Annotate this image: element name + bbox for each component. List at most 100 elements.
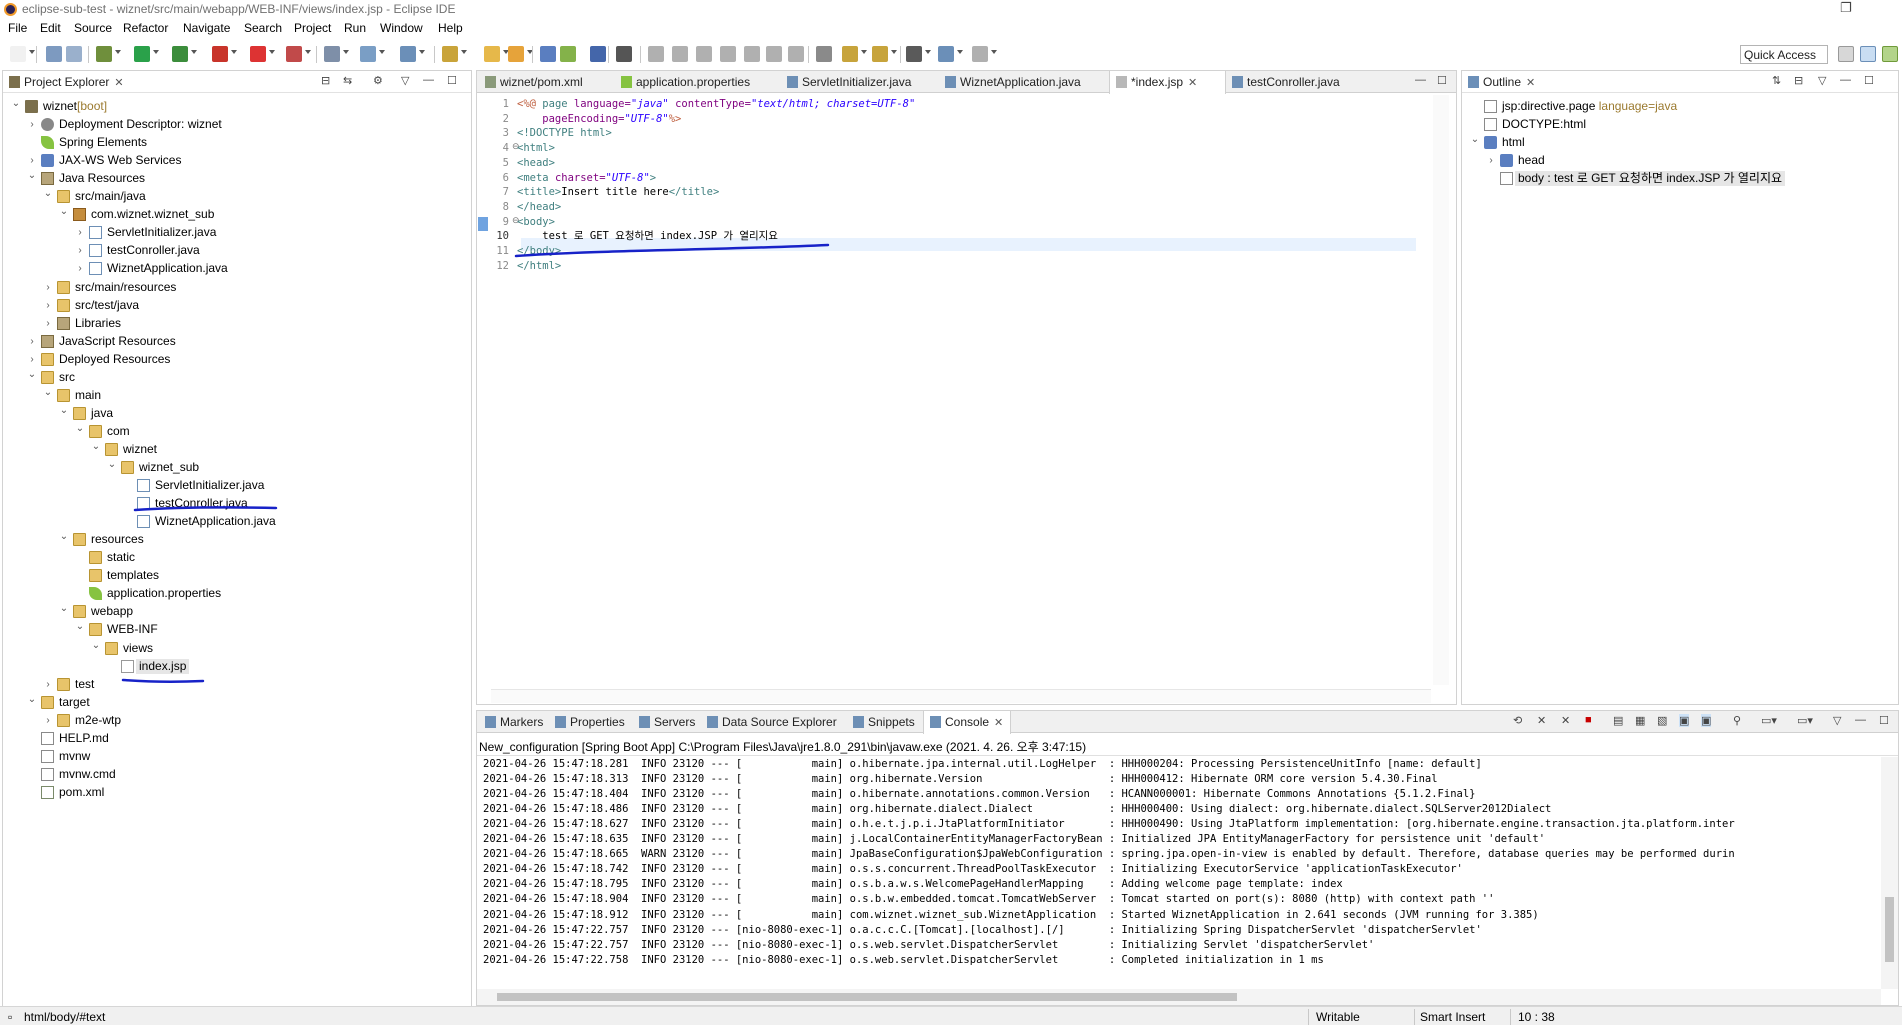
collapse-all-icon[interactable]: ⊟ [1794, 74, 1803, 87]
dropdown-arrow-icon[interactable] [379, 50, 385, 54]
tree-item-pom-xml[interactable]: pom.xml [3, 785, 469, 800]
open-type-icon[interactable] [484, 46, 500, 62]
chevron-down-icon[interactable]: ⌄ [75, 619, 85, 634]
chevron-right-icon[interactable]: › [27, 334, 37, 349]
new-package-icon[interactable] [360, 46, 376, 62]
chevron-right-icon[interactable]: › [43, 316, 53, 331]
tree-item-views[interactable]: ⌄ views [3, 638, 469, 656]
chevron-down-icon[interactable]: ⌄ [27, 692, 37, 707]
dropdown-arrow-icon[interactable] [29, 50, 35, 54]
view-menu-icon[interactable]: ▽ [1818, 74, 1826, 87]
outline-item-html[interactable]: ⌄ html [1462, 134, 1898, 150]
quick-access-input[interactable]: Quick Access [1740, 45, 1828, 64]
tab-project-explorer[interactable]: Project Explorer ✕ [3, 71, 124, 93]
chevron-right-icon[interactable]: › [1486, 153, 1496, 168]
dropdown-arrow-icon[interactable] [925, 50, 931, 54]
tree-item-static[interactable]: static [3, 550, 469, 565]
dropdown-arrow-icon[interactable] [419, 50, 425, 54]
step-into-icon[interactable] [744, 46, 760, 62]
filters-icon[interactable]: ⚙ [373, 74, 383, 87]
menu-window[interactable]: Window [380, 21, 423, 35]
tree-item-m2e-wtp[interactable]: › m2e-wtp [3, 713, 469, 728]
view-menu-icon[interactable]: ▽ [401, 74, 409, 87]
chevron-down-icon[interactable]: ⌄ [59, 601, 69, 616]
pin-console-icon[interactable]: ⟲ [1513, 714, 1522, 727]
tree-item-mvnw-cmd[interactable]: mvnw.cmd [3, 767, 469, 782]
dropdown-arrow-icon[interactable] [305, 50, 311, 54]
menu-refactor[interactable]: Refactor [123, 21, 168, 35]
menu-file[interactable]: File [8, 21, 27, 35]
tab-wiznetapplication-java[interactable]: WiznetApplication.java [939, 71, 1109, 93]
tab-wiznet-pom-xml[interactable]: wiznet/pom.xml [479, 71, 615, 93]
tab-data-source-explorer[interactable]: Data Source Explorer [701, 711, 847, 733]
tree-item-src-test-java[interactable]: › src/test/java [3, 298, 469, 313]
tree-item-java[interactable]: ⌄ java [3, 405, 469, 421]
tab-snippets[interactable]: Snippets [847, 711, 923, 733]
chevron-down-icon[interactable]: ⌄ [91, 638, 101, 653]
remove-launch-icon[interactable]: ✕ [1537, 714, 1546, 727]
menu-navigate[interactable]: Navigate [183, 21, 230, 35]
tree-item-resources[interactable]: ⌄ resources [3, 531, 469, 547]
outline-item-body[interactable]: body : test 로 GET 요청하면 index.JSP 가 열리지요 [1462, 171, 1898, 186]
tree-item-deployment-descriptor-wiznet[interactable]: › Deployment Descriptor: wiznet [3, 117, 469, 132]
outline-item-jsp-directive-page[interactable]: jsp:directive.page language=java [1462, 99, 1898, 114]
chevron-right-icon[interactable]: › [43, 713, 53, 728]
tree-item-templates[interactable]: templates [3, 568, 469, 583]
horizontal-scrollbar[interactable] [491, 689, 1431, 703]
pin-icon[interactable]: ⚲ [1733, 714, 1741, 727]
server-icon[interactable] [286, 46, 302, 62]
back-icon[interactable] [938, 46, 954, 62]
chevron-right-icon[interactable]: › [75, 261, 85, 276]
chevron-right-icon[interactable]: › [27, 153, 37, 168]
chevron-down-icon[interactable]: ⌄ [59, 204, 69, 219]
close-icon[interactable]: ✕ [1188, 77, 1197, 89]
chevron-down-icon[interactable]: ⌄ [27, 168, 37, 183]
word-wrap-icon[interactable]: ▧ [1657, 714, 1667, 727]
tree-item-jax-ws-web-services[interactable]: › JAX-WS Web Services [3, 153, 469, 168]
menu-project[interactable]: Project [294, 21, 331, 35]
tab-outline[interactable]: Outline ✕ [1462, 71, 1535, 93]
chevron-down-icon[interactable]: ⌄ [91, 439, 101, 454]
minimize-icon[interactable]: — [423, 74, 434, 86]
show-on-stderr-icon[interactable]: ▣ [1701, 714, 1712, 727]
tab-servers[interactable]: Servers [633, 711, 701, 733]
tree-item-libraries[interactable]: › Libraries [3, 316, 469, 331]
restore-window-icon[interactable]: ❐ [1840, 0, 1852, 16]
dropdown-arrow-icon[interactable] [191, 50, 197, 54]
tree-item-application-properties[interactable]: application.properties [3, 586, 469, 601]
search-icon[interactable] [442, 46, 458, 62]
chevron-right-icon[interactable]: › [43, 298, 53, 313]
tree-item-src-main-java[interactable]: ⌄ src/main/java [3, 188, 469, 204]
save-all-icon[interactable] [66, 46, 82, 62]
collapse-all-icon[interactable]: ⊟ [321, 74, 330, 87]
debug-icon[interactable] [96, 46, 112, 62]
next-annotation-icon[interactable] [842, 46, 858, 62]
tree-item-spring-elements[interactable]: Spring Elements [3, 135, 469, 150]
console-output[interactable]: 2021-04-26 15:47:18.281 INFO 23120 --- [… [477, 758, 1881, 990]
tree-item-com[interactable]: ⌄ com [3, 423, 469, 439]
open-resource-icon[interactable] [508, 46, 524, 62]
chevron-right-icon[interactable]: › [27, 352, 37, 367]
chevron-right-icon[interactable]: › [75, 225, 85, 240]
save-icon[interactable] [46, 46, 62, 62]
dropdown-arrow-icon[interactable] [231, 50, 237, 54]
coverage-icon[interactable] [172, 46, 188, 62]
dropdown-arrow-icon[interactable] [891, 50, 897, 54]
chevron-down-icon[interactable]: ⌄ [43, 385, 53, 400]
menu-source[interactable]: Source [74, 21, 112, 35]
console-horizontal-scrollbar[interactable] [477, 989, 1881, 1005]
new-icon[interactable] [10, 46, 26, 62]
tree-item-testconroller-java[interactable]: › testConroller.java [3, 243, 469, 258]
tree-item-main[interactable]: ⌄ main [3, 385, 469, 403]
step-return-icon[interactable] [788, 46, 804, 62]
tree-item-src[interactable]: ⌄ src [3, 369, 469, 385]
clear-console-icon[interactable]: ▤ [1613, 714, 1623, 727]
dropdown-arrow-icon[interactable] [343, 50, 349, 54]
maximize-icon[interactable]: ☐ [1864, 74, 1874, 87]
tree-item-java-resources[interactable]: ⌄ Java Resources [3, 168, 469, 186]
display-selected-console-icon[interactable]: ▭▾ [1761, 714, 1777, 727]
tree-item-src-main-resources[interactable]: › src/main/resources [3, 280, 469, 295]
menu-search[interactable]: Search [244, 21, 282, 35]
remove-all-launches-icon[interactable]: ✕ [1561, 714, 1570, 727]
tree-item-webapp[interactable]: ⌄ webapp [3, 601, 469, 619]
